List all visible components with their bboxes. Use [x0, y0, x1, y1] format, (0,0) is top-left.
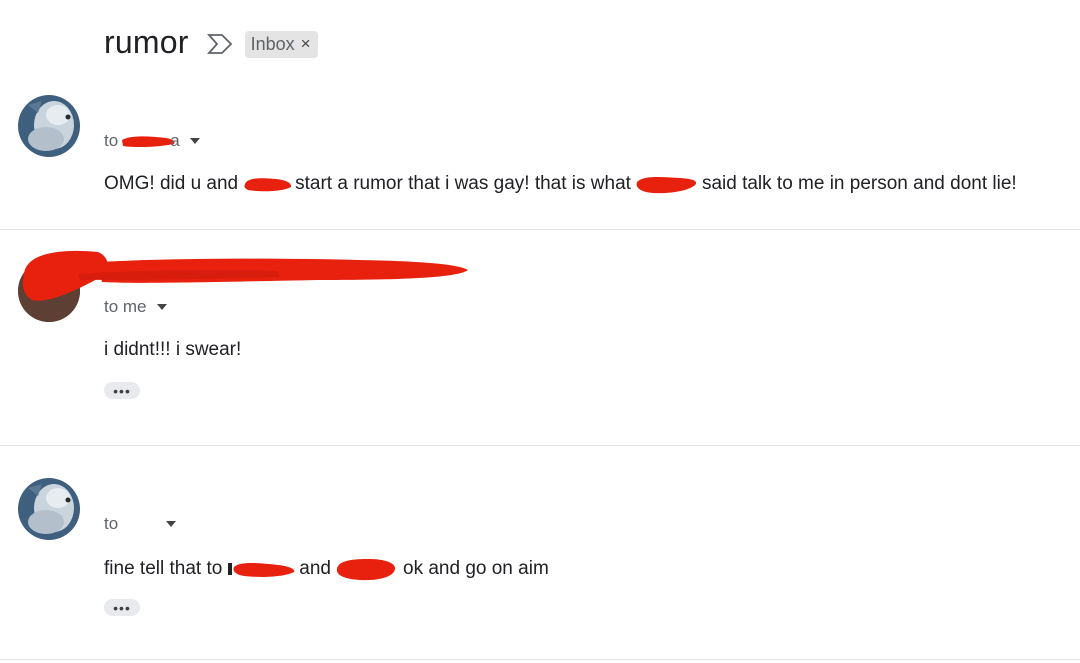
message-divider: [0, 445, 1080, 446]
recipient-name: a: [170, 131, 180, 150]
inbox-label-text: Inbox: [250, 33, 295, 54]
message-text: start a rumor that i was gay! that is wh…: [295, 173, 631, 194]
sender-redaction-mark: [22, 250, 468, 301]
avatar[interactable]: [18, 478, 80, 540]
message-divider: [0, 229, 1080, 230]
recipient-prefix: to: [104, 514, 119, 533]
important-marker-icon[interactable]: [206, 33, 233, 55]
thread-header: rumor Inbox ×: [104, 24, 318, 61]
recipient-prefix: to me: [104, 297, 147, 316]
dog-photo-icon: [18, 478, 80, 540]
message-body: OMG! did u and start a rumor that i was …: [104, 172, 1017, 196]
recipient-line: to a: [104, 131, 200, 151]
remove-label-button[interactable]: ×: [301, 34, 311, 54]
recipient-prefix: to: [104, 131, 119, 150]
redaction-mark: [228, 563, 295, 577]
redaction-mark: [336, 559, 396, 581]
message-body: i didnt!!! i swear!: [104, 339, 241, 361]
message-text: ok and go on aim: [403, 558, 549, 579]
recipient-line: to me: [104, 297, 167, 317]
redaction-mark: [244, 178, 292, 192]
show-trimmed-content-button[interactable]: •••: [104, 599, 140, 616]
message-text: i didnt!!! i swear!: [104, 339, 242, 360]
message-text: said talk to me in person and dont lie!: [701, 173, 1017, 194]
show-details-caret-icon[interactable]: [156, 304, 167, 310]
message-body: fine tell that to and ok and go on aim: [104, 555, 549, 583]
message-divider: [0, 659, 1080, 660]
avatar[interactable]: [18, 95, 80, 157]
show-details-caret-icon[interactable]: [166, 521, 177, 527]
dog-photo-icon: [18, 95, 80, 157]
message-text: and: [299, 558, 331, 579]
message-text: fine tell that to: [104, 558, 223, 579]
show-details-caret-icon[interactable]: [189, 138, 200, 144]
recipient-line: to: [104, 514, 177, 534]
show-trimmed-content-button[interactable]: •••: [104, 382, 140, 399]
inbox-label-chip: Inbox ×: [244, 30, 318, 58]
subject-title: rumor: [104, 24, 189, 60]
redaction-mark: [636, 176, 697, 194]
message-text: OMG! did u and: [104, 173, 239, 194]
